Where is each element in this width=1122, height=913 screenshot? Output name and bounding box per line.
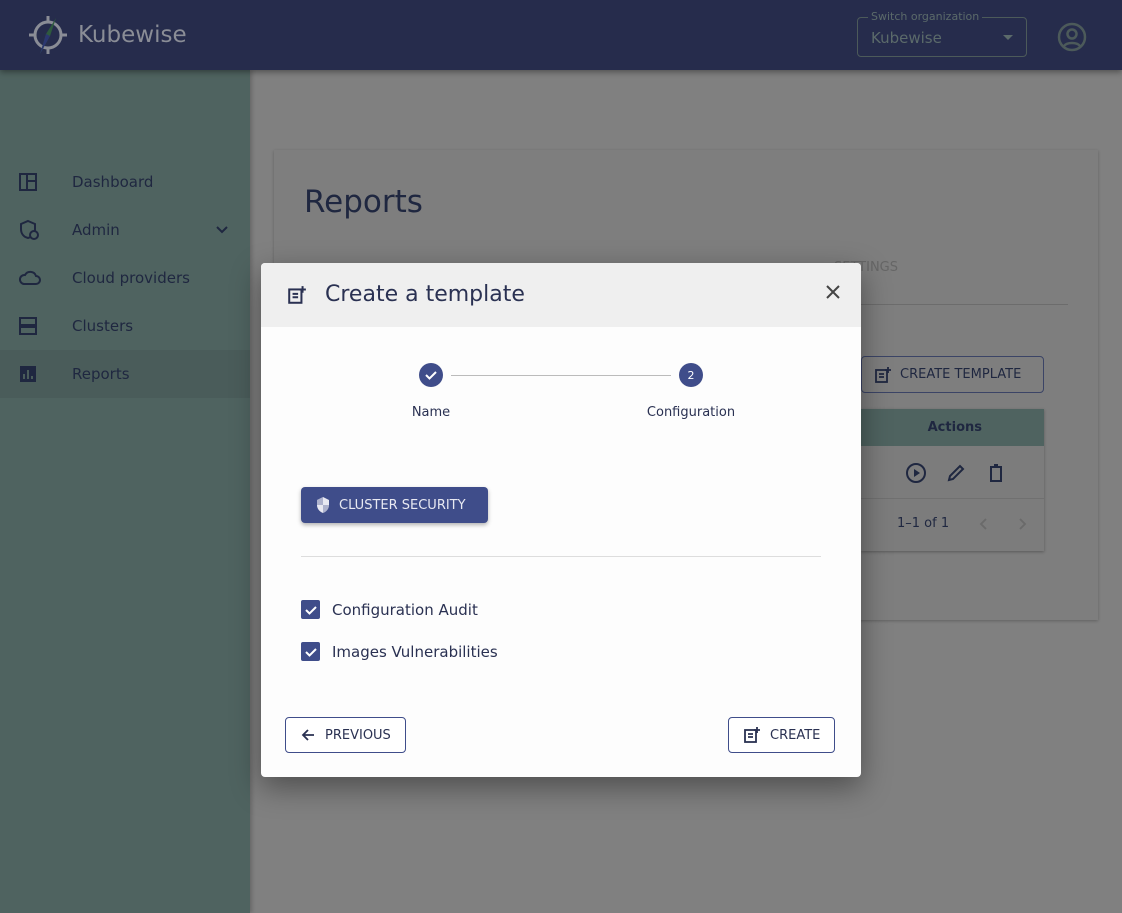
admin-shield-icon bbox=[20, 219, 39, 240]
sidebar-item-label: Admin bbox=[72, 221, 120, 239]
security-shield-icon bbox=[317, 497, 329, 513]
templates-table: Actions 1–1 of 1 bbox=[861, 409, 1044, 551]
note-add-icon bbox=[875, 366, 891, 383]
sidebar: Dashboard Admin Cloud providers Clusters… bbox=[0, 70, 250, 913]
chevron-right-icon[interactable] bbox=[1015, 517, 1029, 531]
account-circle-icon[interactable] bbox=[1057, 22, 1087, 52]
dialog-header: Create a template bbox=[261, 263, 861, 327]
previous-button[interactable]: PREVIOUS bbox=[285, 717, 406, 753]
sidebar-item-label: Cloud providers bbox=[72, 269, 190, 287]
check-icon bbox=[425, 371, 437, 380]
checkbox-checked-icon[interactable] bbox=[301, 642, 320, 661]
app-header: Kubewise Switch organization Kubewise bbox=[0, 0, 1122, 70]
chart-icon bbox=[20, 366, 36, 382]
sidebar-item-label: Dashboard bbox=[72, 173, 154, 191]
table-row bbox=[861, 446, 1044, 499]
close-icon[interactable] bbox=[823, 282, 843, 302]
checkbox-checked-icon[interactable] bbox=[301, 600, 320, 619]
cluster-security-label: CLUSTER SECURITY bbox=[339, 497, 466, 513]
divider bbox=[301, 556, 821, 557]
pagination-range: 1–1 of 1 bbox=[897, 516, 950, 531]
sidebar-item-clusters[interactable]: Clusters bbox=[0, 302, 250, 350]
note-add-icon bbox=[744, 727, 760, 743]
arrow-left-icon bbox=[301, 729, 314, 741]
create-template-button[interactable]: CREATE TEMPLATE bbox=[861, 356, 1044, 393]
step-2-active: 2 bbox=[679, 363, 703, 387]
dashboard-icon bbox=[19, 173, 37, 191]
brand-name: Kubewise bbox=[78, 22, 187, 48]
sidebar-item-cloud-providers[interactable]: Cloud providers bbox=[0, 254, 250, 302]
step-1-completed bbox=[419, 363, 443, 387]
note-add-icon bbox=[288, 286, 306, 304]
step-label-configuration: Configuration bbox=[646, 405, 736, 420]
brand-logo[interactable]: Kubewise bbox=[26, 12, 187, 58]
sidebar-item-label: Clusters bbox=[72, 317, 134, 335]
dialog-title: Create a template bbox=[325, 282, 525, 307]
checkbox-label: Images Vulnerabilities bbox=[332, 642, 498, 661]
sidebar-item-dashboard[interactable]: Dashboard bbox=[0, 158, 250, 206]
configuration-audit-checkbox[interactable]: Configuration Audit bbox=[301, 600, 478, 619]
sidebar-item-admin[interactable]: Admin bbox=[0, 206, 250, 254]
cloud-icon bbox=[18, 270, 41, 285]
chevron-left-icon[interactable] bbox=[977, 517, 991, 531]
caret-down-icon bbox=[1003, 35, 1013, 40]
stepper-connector bbox=[451, 375, 671, 376]
compass-wheel-icon bbox=[29, 16, 67, 54]
org-select-value: Kubewise bbox=[871, 29, 942, 47]
create-button[interactable]: CREATE bbox=[728, 717, 836, 753]
create-template-dialog: Create a template 2 Name Configuration C… bbox=[261, 263, 861, 777]
previous-label: PREVIOUS bbox=[325, 727, 391, 743]
step-label-name: Name bbox=[411, 405, 451, 420]
delete-trash-icon[interactable] bbox=[985, 462, 1007, 484]
server-icon bbox=[19, 317, 37, 335]
images-vulnerabilities-checkbox[interactable]: Images Vulnerabilities bbox=[301, 642, 498, 661]
org-select-label: Switch organization bbox=[868, 10, 983, 23]
edit-pencil-icon[interactable] bbox=[945, 462, 967, 484]
sidebar-item-label: Reports bbox=[72, 365, 130, 383]
cluster-security-button[interactable]: CLUSTER SECURITY bbox=[301, 487, 488, 523]
chevron-down-icon[interactable] bbox=[214, 222, 230, 238]
play-circle-icon[interactable] bbox=[905, 462, 927, 484]
sidebar-item-reports[interactable]: Reports bbox=[0, 350, 250, 398]
organization-select[interactable]: Switch organization Kubewise bbox=[857, 10, 1027, 57]
checkbox-label: Configuration Audit bbox=[332, 600, 478, 619]
page-title: Reports bbox=[304, 184, 423, 220]
create-label: CREATE bbox=[770, 727, 821, 743]
create-template-label: CREATE TEMPLATE bbox=[900, 367, 1022, 382]
actions-column-header: Actions bbox=[861, 409, 1044, 446]
